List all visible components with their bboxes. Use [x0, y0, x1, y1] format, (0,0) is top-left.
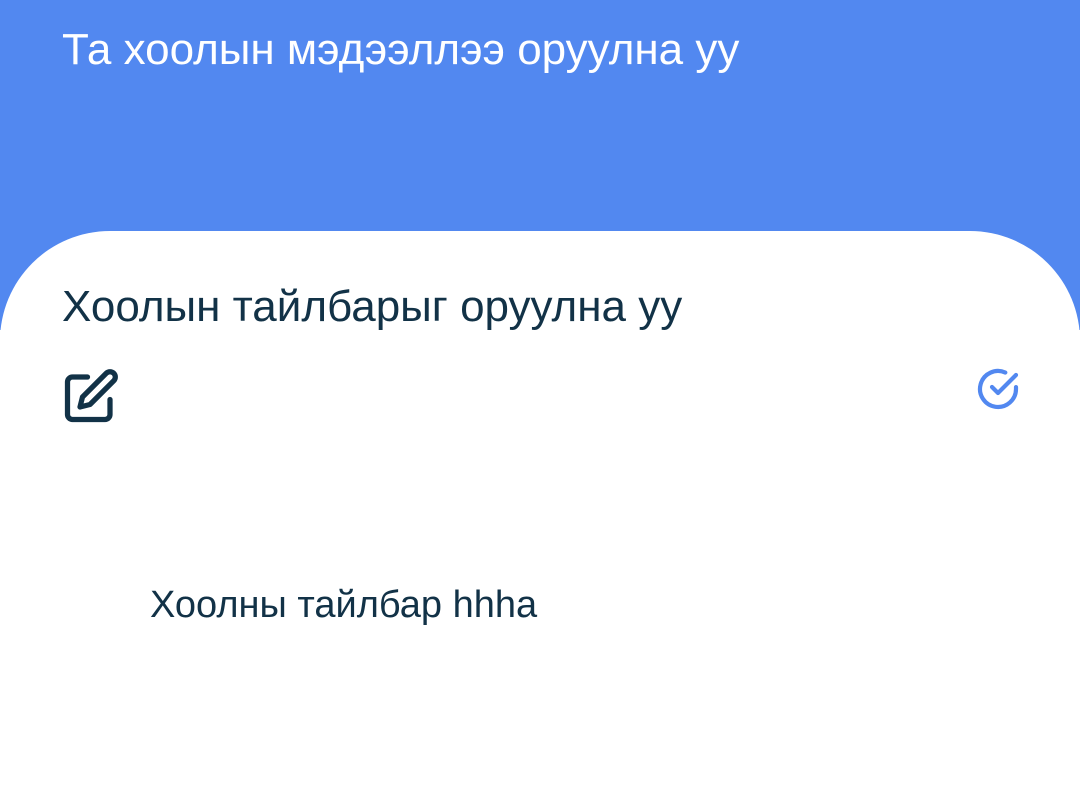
- edit-icon[interactable]: [60, 367, 120, 427]
- page-title: Та хоолын мэдээллээ оруулна уу: [62, 25, 740, 74]
- section-title: Хоолын тайлбарыг оруулна уу: [62, 282, 683, 331]
- description-input[interactable]: Хоолны тайлбар hhha: [150, 581, 537, 629]
- check-circle-icon[interactable]: [974, 365, 1022, 413]
- form-sheet: Хоолын тайлбарыг оруулна уу Хоолны тайлб…: [0, 231, 1080, 810]
